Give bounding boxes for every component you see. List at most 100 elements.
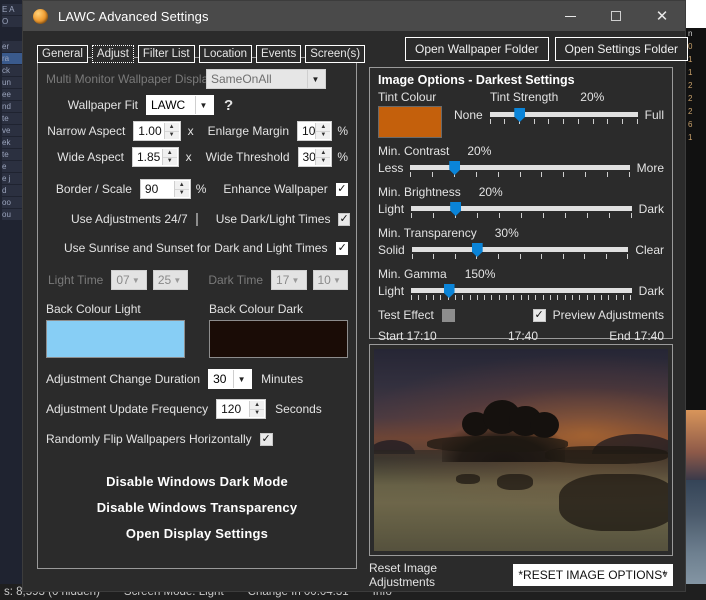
- border-scale-stepper[interactable]: ▲ ▼: [173, 181, 189, 197]
- back-colour-light-swatch[interactable]: [46, 320, 185, 358]
- background-text: n: [688, 29, 693, 38]
- light-time-label: Light Time: [48, 273, 104, 287]
- app-orb-icon: [33, 8, 48, 24]
- tick: [608, 295, 610, 300]
- multi-monitor-label: Multi Monitor Wallpaper Display: [46, 72, 215, 86]
- close-icon: ✕: [655, 7, 669, 25]
- slider-track[interactable]: [411, 206, 632, 211]
- narrow-aspect-input[interactable]: 1.00 ▲ ▼: [133, 121, 181, 141]
- enlarge-margin-stepper[interactable]: ▲ ▼: [315, 123, 331, 139]
- use-dark-light-times-label: Use Dark/Light Times: [215, 212, 331, 226]
- enhance-wallpaper-checkbox[interactable]: ✓: [335, 182, 348, 196]
- dark-time-minute-combo[interactable]: 10 ▼: [312, 270, 348, 290]
- tab-adjust[interactable]: Adjust: [91, 45, 134, 63]
- open-wallpaper-folder-button[interactable]: Open Wallpaper Folder: [405, 37, 549, 61]
- slider-track[interactable]: [411, 247, 629, 252]
- background-list-item: ek: [2, 137, 22, 148]
- use-sunrise-sunset-checkbox[interactable]: ✓: [336, 241, 348, 255]
- stepper-down-icon[interactable]: ▼: [162, 157, 177, 165]
- wide-aspect-input[interactable]: 1.85 ▲ ▼: [131, 147, 179, 167]
- tab-location[interactable]: Location: [198, 45, 253, 63]
- preview-adjustments-checkbox[interactable]: ✓: [532, 308, 546, 322]
- title-bar[interactable]: LAWC Advanced Settings ✕: [23, 1, 685, 31]
- min-transparency-slider[interactable]: [411, 242, 629, 259]
- min-gamma-label: Min. Gamma: [378, 267, 447, 281]
- row-random-flip: Randomly Flip Wallpapers Horizontally ✓: [46, 426, 348, 452]
- stepper-up-icon[interactable]: ▲: [174, 181, 189, 190]
- action-open-display-settings[interactable]: Open Display Settings: [46, 526, 348, 541]
- narrow-aspect-stepper[interactable]: ▲ ▼: [163, 123, 179, 139]
- narrow-aspect-suffix: x: [187, 124, 194, 138]
- stepper-up-icon[interactable]: ▲: [250, 401, 265, 410]
- row-back-colours: Back Colour Light Back Colour Dark: [46, 302, 348, 358]
- background-list-item: ck: [2, 65, 22, 76]
- help-icon[interactable]: ?: [224, 97, 233, 114]
- tick: [475, 172, 477, 177]
- stepper-down-icon[interactable]: ▼: [164, 131, 179, 139]
- back-colour-dark-swatch[interactable]: [209, 320, 348, 358]
- row-wide-aspect: Wide Aspect 1.85 ▲ ▼ x Wide Threshold 30 …: [46, 144, 348, 170]
- tab-filter-list[interactable]: Filter List: [137, 45, 195, 63]
- enlarge-margin-suffix: %: [337, 124, 348, 138]
- update-frequency-stepper[interactable]: ▲ ▼: [249, 401, 265, 417]
- stepper-up-icon[interactable]: ▲: [316, 123, 331, 132]
- tick: [562, 254, 564, 259]
- tab-events[interactable]: Events: [256, 45, 302, 63]
- min-contrast-slider[interactable]: [410, 160, 630, 177]
- slider-track[interactable]: [489, 112, 638, 117]
- tick: [454, 254, 456, 259]
- tick: [454, 295, 456, 300]
- min-transparency-group: Min. Transparency 30% Solid Clear: [378, 226, 664, 259]
- slider-track[interactable]: [410, 165, 630, 170]
- random-flip-checkbox[interactable]: ✓: [259, 432, 273, 446]
- min-brightness-slider[interactable]: [411, 201, 632, 218]
- use-dark-light-times-checkbox[interactable]: ✓: [338, 212, 350, 226]
- tab-general[interactable]: General: [37, 45, 88, 63]
- background-list-item: ou: [2, 209, 22, 220]
- wallpaper-fit-combo[interactable]: LAWC ▼: [146, 95, 214, 115]
- min-transparency-max-label: Clear: [635, 243, 664, 257]
- use-adjustments-checkbox[interactable]: [195, 212, 198, 226]
- action-disable-windows-transparency[interactable]: Disable Windows Transparency: [46, 500, 348, 515]
- use-sunrise-sunset-label: Use Sunrise and Sunset for Dark and Ligh…: [64, 241, 328, 255]
- tick: [621, 119, 623, 124]
- tick: [411, 254, 413, 259]
- light-time-hour-combo[interactable]: 07 ▼: [111, 270, 147, 290]
- tint-colour-swatch[interactable]: [378, 106, 442, 138]
- update-frequency-input[interactable]: 120 ▲ ▼: [216, 399, 267, 419]
- close-button[interactable]: ✕: [639, 1, 685, 31]
- stepper-down-icon[interactable]: ▼: [250, 409, 265, 417]
- open-settings-folder-button[interactable]: Open Settings Folder: [554, 37, 689, 61]
- dark-time-hour-combo[interactable]: 17 ▼: [271, 270, 307, 290]
- maximize-button[interactable]: [593, 1, 639, 31]
- change-duration-combo[interactable]: 30 ▼: [208, 369, 253, 389]
- wide-aspect-stepper[interactable]: ▲ ▼: [161, 149, 177, 165]
- stepper-down-icon[interactable]: ▼: [316, 131, 331, 139]
- tab-screen-s[interactable]: Screen(s): [305, 45, 366, 63]
- tick: [520, 213, 522, 218]
- back-colour-dark-group: Back Colour Dark: [209, 302, 348, 358]
- wallpaper-preview-image[interactable]: [374, 349, 668, 551]
- wallpaper-fit-value: LAWC: [151, 98, 186, 112]
- border-scale-input[interactable]: 90 ▲ ▼: [139, 179, 191, 199]
- wide-threshold-stepper[interactable]: ▲ ▼: [315, 149, 331, 165]
- reset-image-options-combo[interactable]: *RESET IMAGE OPTIONS* ˅: [513, 564, 673, 586]
- stepper-up-icon[interactable]: ▲: [316, 149, 331, 158]
- timeline-start-label: Start 17:10: [378, 329, 437, 343]
- stepper-up-icon[interactable]: ▲: [162, 149, 177, 158]
- wide-threshold-input[interactable]: 30 ▲ ▼: [297, 147, 333, 167]
- test-effect-checkbox[interactable]: [441, 308, 455, 322]
- tint-strength-slider[interactable]: [489, 107, 638, 124]
- stepper-down-icon[interactable]: ▼: [174, 189, 189, 197]
- stepper-down-icon[interactable]: ▼: [316, 157, 331, 165]
- action-disable-windows-dark-mode[interactable]: Disable Windows Dark Mode: [46, 474, 348, 489]
- minimize-button[interactable]: [547, 1, 593, 31]
- tick: [432, 172, 434, 177]
- min-gamma-slider[interactable]: [411, 283, 632, 300]
- tick: [506, 295, 508, 300]
- stepper-up-icon[interactable]: ▲: [164, 123, 179, 132]
- multi-monitor-combo[interactable]: SameOnAll ▼: [206, 69, 326, 89]
- light-time-minute-combo[interactable]: 25 ▼: [152, 270, 189, 290]
- row-update-frequency: Adjustment Update Frequency 120 ▲ ▼ Secon…: [46, 396, 348, 422]
- enlarge-margin-input[interactable]: 10 ▲ ▼: [297, 121, 333, 141]
